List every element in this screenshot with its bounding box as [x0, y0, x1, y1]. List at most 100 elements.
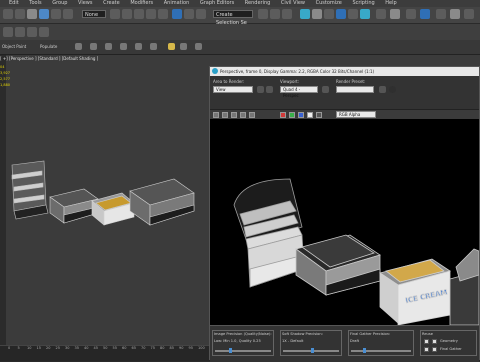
ribbon-tool-5-icon[interactable] [135, 43, 142, 50]
final-gather-slider[interactable] [351, 350, 411, 352]
scale-icon[interactable] [134, 9, 144, 19]
menu-item-edit[interactable]: Edit [9, 0, 19, 7]
menu-item-group[interactable]: Group [52, 0, 67, 7]
toolbar-extra-5-icon[interactable] [436, 9, 446, 19]
rotate-icon[interactable] [122, 9, 132, 19]
display-channel-dropdown[interactable]: RGB Alpha [336, 111, 376, 118]
select-by-name-icon[interactable] [51, 9, 61, 19]
menu-item-scripting[interactable]: Scripting [352, 0, 374, 7]
ribbon-tool-2-icon[interactable] [90, 43, 97, 50]
print-image-icon[interactable] [240, 112, 246, 118]
render-production-icon[interactable] [360, 9, 370, 19]
app-logo-icon [212, 68, 218, 74]
menu-item-create[interactable]: Create [103, 0, 120, 7]
render-preset-dropdown[interactable] [336, 86, 374, 93]
soft-shadow-handle[interactable] [311, 348, 314, 353]
menu-item-graph-editors[interactable]: Graph Editors [200, 0, 234, 7]
image-precision-label: Image Precision (Quality/Noise): [214, 332, 272, 336]
lock-geometry-icon[interactable] [424, 339, 429, 344]
menu-item-views[interactable]: Views [78, 0, 92, 7]
toolbar-extra-3-icon[interactable] [406, 9, 416, 19]
viewport-label[interactable]: [ +] [Perspective ] [Standard ] [Default… [0, 56, 98, 61]
ribbon-tab-object-paint[interactable]: Object Paint [2, 40, 26, 54]
final-gather-value: Draft [350, 339, 360, 343]
menu-item-modifiers[interactable]: Modifiers [130, 0, 153, 7]
pivot-icon[interactable] [158, 9, 168, 19]
menu-item-rendering[interactable]: Rendering [245, 0, 271, 7]
material-editor-icon[interactable] [324, 9, 334, 19]
freeform-icon[interactable] [15, 27, 25, 37]
curve-editor-icon[interactable] [300, 9, 310, 19]
alpha-channel-icon[interactable] [307, 112, 313, 118]
rectangular-region-icon[interactable] [63, 9, 73, 19]
render-setup-icon[interactable] [336, 9, 346, 19]
toolbar-extra-2-icon[interactable] [390, 9, 400, 19]
ribbon-tool-6-icon[interactable] [150, 43, 157, 50]
save-image-icon[interactable] [213, 112, 219, 118]
selection-icon[interactable] [27, 27, 37, 37]
toolbar-extra-icon[interactable] [376, 9, 386, 19]
reference-coordinate-icon[interactable] [146, 9, 156, 19]
rendered-frame-window-icon[interactable] [348, 9, 358, 19]
clear-image-icon[interactable] [249, 112, 255, 118]
ribbon-tool-7-icon[interactable] [168, 43, 175, 50]
move-icon[interactable] [110, 9, 120, 19]
timeline-tick: 5 [17, 346, 20, 350]
selection-filter-dropdown[interactable]: None [82, 10, 106, 18]
lock-final-gather-icon[interactable] [424, 347, 429, 352]
object-paint-icon[interactable] [39, 27, 49, 37]
render-setup-icon[interactable] [379, 86, 386, 93]
area-to-render-dropdown[interactable]: View [213, 86, 253, 93]
undo-icon[interactable] [3, 9, 13, 19]
schematic-view-icon[interactable] [312, 9, 322, 19]
snaps-toggle-icon[interactable] [172, 9, 182, 19]
select-object-icon[interactable] [39, 9, 49, 19]
ribbon: Object Paint Populate [0, 40, 480, 55]
geometry-checkbox[interactable] [432, 339, 437, 344]
copy-image-icon[interactable] [222, 112, 228, 118]
render-window-title: Perspective, frame 0, Display Gamma: 2.2… [210, 67, 479, 76]
ribbon-tab-populate[interactable]: Populate [40, 40, 57, 54]
ribbon-tool-8-icon[interactable] [180, 43, 187, 50]
image-precision-slider[interactable] [215, 350, 271, 352]
red-channel-icon[interactable] [280, 112, 286, 118]
ribbon-tool-3-icon[interactable] [105, 43, 112, 50]
green-channel-icon[interactable] [289, 112, 295, 118]
menu-item-civil-view[interactable]: Civil View [281, 0, 305, 7]
rendered-image[interactable]: ICE CREAM [210, 119, 480, 326]
region-edit-icon[interactable] [257, 86, 264, 93]
monochrome-icon[interactable] [316, 112, 322, 118]
geometry-label: Geometry [440, 339, 458, 343]
layer-explorer-icon[interactable] [282, 9, 292, 19]
render-controls: Area to Render: View Viewport: Quad 4 - … [210, 76, 479, 109]
final-gather-checkbox[interactable] [432, 347, 437, 352]
menu-item-tools[interactable]: Tools [29, 0, 41, 7]
auto-region-icon[interactable] [266, 86, 273, 93]
lock-viewport-icon[interactable] [322, 86, 329, 93]
graphite-tools-icon[interactable] [3, 27, 13, 37]
ribbon-tool-9-icon[interactable] [195, 43, 202, 50]
image-precision-handle[interactable] [229, 348, 232, 353]
blue-channel-icon[interactable] [298, 112, 304, 118]
menu-item-animation[interactable]: Animation [164, 0, 190, 7]
ribbon-tool-1-icon[interactable] [75, 43, 82, 50]
toolbar-extra-6-icon[interactable] [450, 9, 460, 19]
mirror-icon[interactable] [258, 9, 268, 19]
viewport-dropdown[interactable]: Quad 4 - Perspec [280, 86, 318, 98]
named-selection-field[interactable]: Create Selection Se [213, 10, 253, 26]
percent-snap-icon[interactable] [196, 9, 206, 19]
clone-window-icon[interactable] [231, 112, 237, 118]
redo-icon[interactable] [15, 9, 25, 19]
environment-icon[interactable] [389, 86, 396, 93]
ribbon-tool-4-icon[interactable] [120, 43, 127, 50]
render-quality-panel: Image Precision (Quality/Noise): Low: Mi… [210, 325, 479, 362]
menu-item-customize[interactable]: Customize [316, 0, 342, 7]
toolbar-extra-7-icon[interactable] [464, 9, 474, 19]
toolbar-extra-4-icon[interactable] [420, 9, 430, 19]
link-icon[interactable] [27, 9, 37, 19]
angle-snap-icon[interactable] [184, 9, 194, 19]
align-icon[interactable] [270, 9, 280, 19]
menu-item-help[interactable]: Help [385, 0, 396, 7]
final-gather-handle[interactable] [363, 348, 366, 353]
soft-shadow-label: Soft Shadow Precision: [282, 332, 323, 336]
